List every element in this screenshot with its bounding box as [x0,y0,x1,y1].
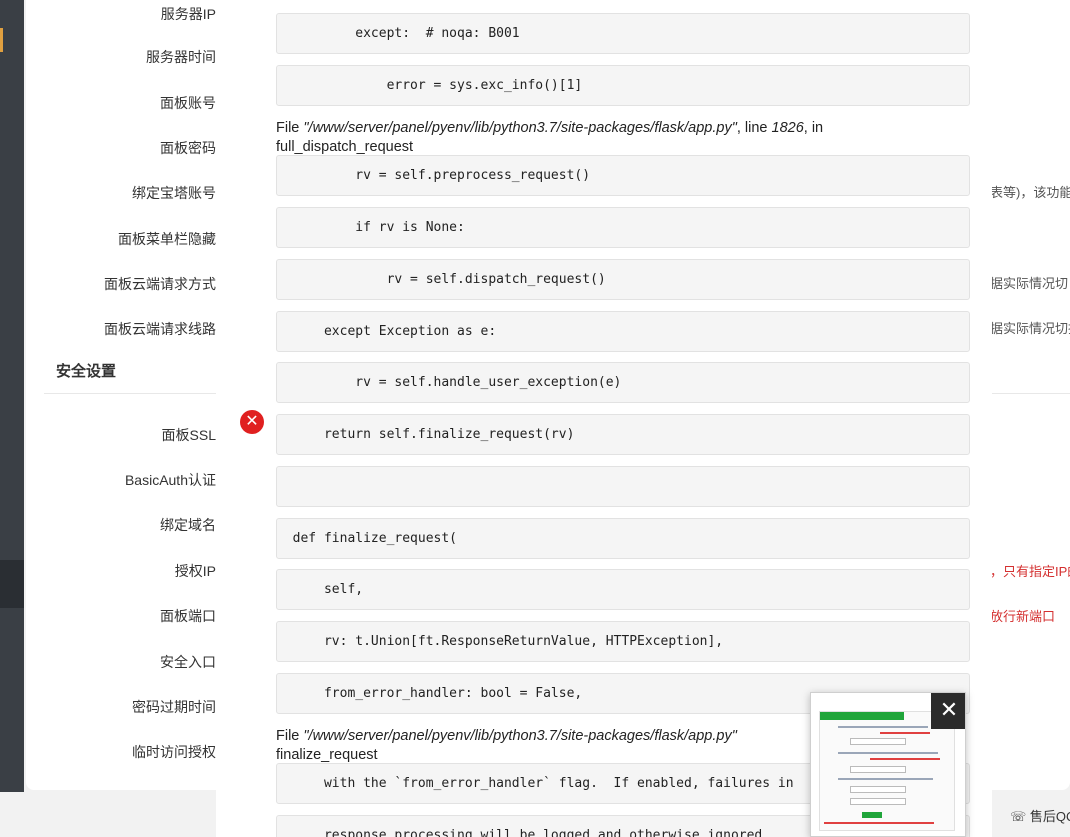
code-line: error = sys.exc_info()[1] [276,65,970,106]
code-line: if rv is None: [276,207,970,248]
thumb-line-red [870,758,940,760]
after-sales-qq-link[interactable]: ☏ 售后QQ [1010,806,1070,825]
code-line: rv = self.dispatch_request() [276,259,970,300]
close-icon[interactable]: ✕ [931,693,965,729]
thumb-line-red [824,822,934,824]
code-line: rv = self.handle_user_exception(e) [276,362,970,403]
close-circle-icon: ✕ [240,410,264,434]
label-menu-hide: 面板菜单栏隐藏 [118,231,216,247]
section-title-security: 安全设置 [56,363,117,380]
label-bind-domain: 绑定域名 [160,517,216,533]
note-request-method: 据实际情况切 [990,276,1069,291]
code-line: except: # noqa: B001 [276,13,970,54]
code-line [276,466,970,507]
thumb-box [850,798,906,805]
line-number: 1826 [771,120,804,136]
code-line-highlighted: return self.finalize_request(rv) [276,414,970,455]
thumb-line [838,778,933,780]
thumbnail-preview [819,711,955,831]
thumb-line [838,726,928,728]
screenshot-thumbnail[interactable]: ✕ [810,692,966,837]
label-temp-access: 临时访问授权 [132,744,216,760]
function-name: finalize_request [276,747,378,763]
label-server-time: 服务器时间 [146,49,216,65]
thumb-header [820,712,904,720]
thumb-line-red [880,732,930,734]
label-password-expiry: 密码过期时间 [132,699,216,715]
label-auth-ip: 授权IP [174,563,216,579]
code-line: def finalize_request( [276,518,970,559]
note-panel-port: 放行新端口 [990,609,1056,624]
code-line: self, [276,569,970,610]
service-icon: ☏ [1010,809,1030,824]
thumb-box [850,766,906,773]
left-sidebar [0,0,24,837]
thumb-button [862,812,882,818]
label-basicauth: BasicAuth认证 [124,472,216,488]
sidebar-active-marker [0,28,3,52]
function-name: full_dispatch_request [276,139,414,155]
thumb-box [850,738,906,745]
code-line: except Exception as e: [276,311,970,352]
label-server-ip: 服务器IP [160,6,216,22]
label-security-entry: 安全入口 [160,654,216,670]
code-line: rv = self.preprocess_request() [276,155,970,196]
label-panel-ssl: 面板SSL [161,427,216,443]
label-cloud-request-method: 面板云端请求方式 [104,276,216,292]
file-path: "/www/server/panel/pyenv/lib/python3.7/s… [303,728,737,744]
label-panel-port: 面板端口 [160,608,216,624]
note-auth-ip: ，只有指定IP的 [990,564,1070,579]
file-path: "/www/server/panel/pyenv/lib/python3.7/s… [303,120,737,136]
thumb-line [838,752,938,754]
code-line: rv: t.Union[ft.ResponseReturnValue, HTTP… [276,621,970,662]
label-panel-password: 面板密码 [160,140,216,156]
note-bind-account: 表等)，该功能 [990,185,1070,200]
sidebar-dark-band [0,560,24,608]
thumb-box [850,786,906,793]
note-request-line: 据实际情况切换 [990,321,1070,336]
label-panel-account: 面板账号 [160,95,216,111]
label-bind-bt-account: 绑定宝塔账号 [132,185,216,201]
label-cloud-request-line: 面板云端请求线路 [104,321,216,337]
traceback-file-ref: File "/www/server/panel/pyenv/lib/python… [276,120,824,155]
